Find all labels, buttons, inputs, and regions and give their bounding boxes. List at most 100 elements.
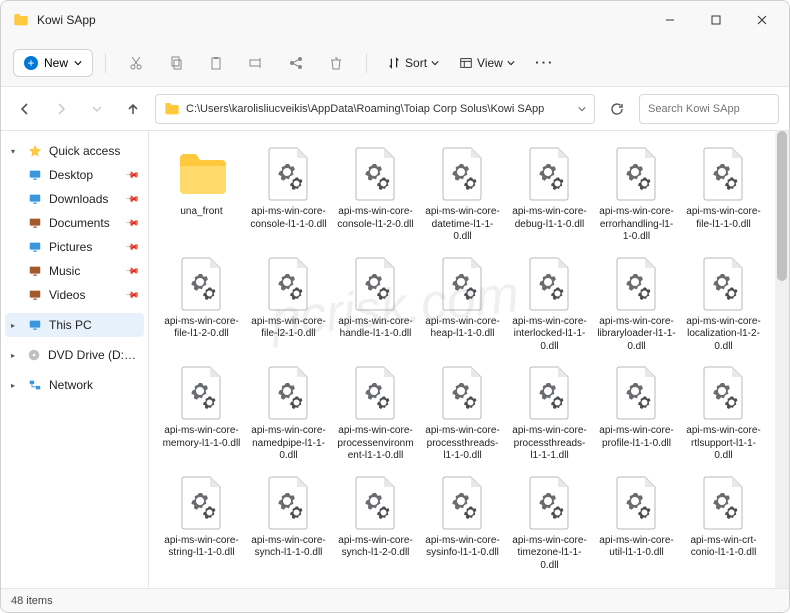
new-button[interactable]: + New bbox=[13, 49, 93, 77]
file-item[interactable]: api-ms-win-core-profile-l1-1-0.dll bbox=[594, 362, 679, 466]
sidebar-item[interactable]: Documents📌 bbox=[5, 211, 144, 235]
file-item[interactable]: api-ms-win-core-localization-l1-2-0.dll bbox=[681, 253, 766, 357]
file-item[interactable]: api-ms-win-core-rtlsupport-l1-1-0.dll bbox=[681, 362, 766, 466]
file-item[interactable]: api-ms-win-core-file-l1-2-0.dll bbox=[159, 253, 244, 357]
file-grid: una_frontapi-ms-win-core-console-l1-1-0.… bbox=[149, 131, 775, 588]
folder-item[interactable]: una_front bbox=[159, 143, 244, 247]
file-name: api-ms-win-core-memory-l1-1-0.dll bbox=[162, 425, 241, 450]
recent-button[interactable] bbox=[83, 95, 111, 123]
file-item[interactable]: api-ms-win-core-synch-l1-2-0.dll bbox=[333, 472, 418, 576]
search-input[interactable] bbox=[648, 103, 770, 115]
pin-icon: 📌 bbox=[125, 215, 141, 231]
sort-button[interactable]: Sort bbox=[379, 50, 447, 76]
dll-icon bbox=[263, 365, 315, 421]
file-item[interactable]: api-ms-win-core-debug-l1-1-0.dll bbox=[507, 143, 592, 247]
more-button[interactable]: ··· bbox=[527, 46, 563, 80]
file-item[interactable]: api-ms-win-core-util-l1-1-0.dll bbox=[594, 472, 679, 576]
paste-button[interactable] bbox=[198, 46, 234, 80]
network-icon bbox=[27, 377, 43, 393]
file-item[interactable]: api-ms-win-core-heap-l1-1-0.dll bbox=[420, 253, 505, 357]
dll-icon bbox=[611, 256, 663, 312]
chevron-down-icon bbox=[92, 104, 102, 114]
dll-icon bbox=[437, 146, 489, 202]
new-label: New bbox=[44, 56, 68, 70]
sidebar-dvd-drive[interactable]: ▸ DVD Drive (D:) CCCC bbox=[5, 343, 144, 367]
file-item[interactable]: api-ms-win-core-sysinfo-l1-1-0.dll bbox=[420, 472, 505, 576]
sidebar-item[interactable]: Pictures📌 bbox=[5, 235, 144, 259]
forward-button[interactable] bbox=[47, 95, 75, 123]
maximize-button[interactable] bbox=[693, 5, 739, 35]
file-item[interactable]: api-ms-win-crt-conio-l1-1-0.dll bbox=[681, 472, 766, 576]
file-item[interactable]: api-ms-win-core-console-l1-1-0.dll bbox=[246, 143, 331, 247]
sidebar-item[interactable]: Downloads📌 bbox=[5, 187, 144, 211]
file-name: api-ms-win-core-interlocked-l1-1-0.dll bbox=[510, 316, 589, 354]
sidebar-this-pc[interactable]: ▸ This PC bbox=[5, 313, 144, 337]
window-title: Kowi SApp bbox=[37, 13, 647, 27]
view-button[interactable]: View bbox=[451, 50, 523, 76]
file-item[interactable]: api-ms-win-core-namedpipe-l1-1-0.dll bbox=[246, 362, 331, 466]
dll-icon bbox=[698, 256, 750, 312]
file-item[interactable]: api-ms-win-core-handle-l1-1-0.dll bbox=[333, 253, 418, 357]
pin-icon: 📌 bbox=[125, 167, 141, 183]
file-item[interactable]: api-ms-win-core-memory-l1-1-0.dll bbox=[159, 362, 244, 466]
path-box[interactable]: C:\Users\karolisliucveikis\AppData\Roami… bbox=[155, 94, 595, 124]
folder-icon bbox=[13, 13, 29, 27]
rename-button[interactable] bbox=[238, 46, 274, 80]
file-item[interactable]: api-ms-win-core-console-l1-2-0.dll bbox=[333, 143, 418, 247]
close-button[interactable] bbox=[739, 5, 785, 35]
file-item[interactable]: api-ms-win-core-file-l1-1-0.dll bbox=[681, 143, 766, 247]
copy-button[interactable] bbox=[158, 46, 194, 80]
pin-icon: 📌 bbox=[125, 263, 141, 279]
dll-icon bbox=[698, 365, 750, 421]
chevron-down-icon bbox=[507, 59, 515, 67]
folder-icon bbox=[27, 287, 43, 303]
sidebar-label: Pictures bbox=[49, 240, 92, 254]
sidebar-network[interactable]: ▸ Network bbox=[5, 373, 144, 397]
search-box[interactable] bbox=[639, 94, 779, 124]
back-button[interactable] bbox=[11, 95, 39, 123]
file-name: api-ms-win-core-sysinfo-l1-1-0.dll bbox=[423, 535, 502, 560]
file-name: api-ms-win-core-processthreads-l1-1-1.dl… bbox=[510, 425, 589, 463]
file-name: api-ms-win-core-errorhandling-l1-1-0.dll bbox=[597, 206, 676, 244]
file-item[interactable]: api-ms-win-core-datetime-l1-1-0.dll bbox=[420, 143, 505, 247]
dll-icon bbox=[176, 256, 228, 312]
file-item[interactable]: api-ms-win-core-processenvironment-l1-1-… bbox=[333, 362, 418, 466]
file-item[interactable]: api-ms-win-core-libraryloader-l1-1-0.dll bbox=[594, 253, 679, 357]
dll-icon bbox=[611, 365, 663, 421]
status-bar: 48 items bbox=[1, 588, 789, 612]
dll-icon bbox=[698, 146, 750, 202]
up-button[interactable] bbox=[119, 95, 147, 123]
sidebar-label: Downloads bbox=[49, 192, 108, 206]
sidebar-item[interactable]: Desktop📌 bbox=[5, 163, 144, 187]
view-icon bbox=[459, 56, 473, 70]
dll-icon bbox=[611, 475, 663, 531]
dll-icon bbox=[698, 475, 750, 531]
view-label: View bbox=[477, 56, 503, 70]
file-item[interactable]: api-ms-win-core-file-l2-1-0.dll bbox=[246, 253, 331, 357]
file-item[interactable]: api-ms-win-core-string-l1-1-0.dll bbox=[159, 472, 244, 576]
file-name: api-ms-win-core-rtlsupport-l1-1-0.dll bbox=[684, 425, 763, 463]
sidebar-quick-access[interactable]: ▾ Quick access bbox=[5, 139, 144, 163]
refresh-button[interactable] bbox=[603, 95, 631, 123]
scroll-thumb[interactable] bbox=[777, 131, 787, 281]
sidebar-label: Quick access bbox=[49, 144, 120, 158]
file-item[interactable]: api-ms-win-core-processthreads-l1-1-0.dl… bbox=[420, 362, 505, 466]
delete-button[interactable] bbox=[318, 46, 354, 80]
file-item[interactable]: api-ms-win-core-processthreads-l1-1-1.dl… bbox=[507, 362, 592, 466]
sidebar-label: DVD Drive (D:) CCCC bbox=[48, 348, 138, 362]
share-button[interactable] bbox=[278, 46, 314, 80]
sidebar-item[interactable]: Videos📌 bbox=[5, 283, 144, 307]
file-item[interactable]: api-ms-win-core-errorhandling-l1-1-0.dll bbox=[594, 143, 679, 247]
scrollbar[interactable] bbox=[775, 131, 789, 588]
folder-icon bbox=[176, 146, 228, 202]
folder-icon bbox=[27, 167, 43, 183]
chevron-down-icon bbox=[431, 59, 439, 67]
sidebar-item[interactable]: Music📌 bbox=[5, 259, 144, 283]
minimize-button[interactable] bbox=[647, 5, 693, 35]
file-item[interactable]: api-ms-win-core-timezone-l1-1-0.dll bbox=[507, 472, 592, 576]
chevron-down-icon bbox=[578, 105, 586, 113]
dll-icon bbox=[524, 475, 576, 531]
file-item[interactable]: api-ms-win-core-interlocked-l1-1-0.dll bbox=[507, 253, 592, 357]
file-item[interactable]: api-ms-win-core-synch-l1-1-0.dll bbox=[246, 472, 331, 576]
cut-button[interactable] bbox=[118, 46, 154, 80]
